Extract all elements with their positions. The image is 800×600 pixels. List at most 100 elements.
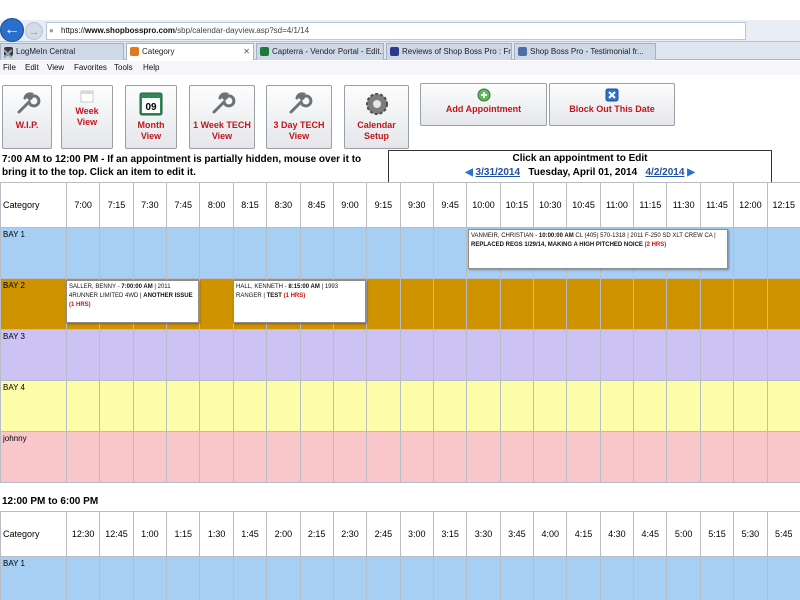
time-slot-cell[interactable]	[633, 556, 668, 600]
menu-tools[interactable]: Tools	[114, 61, 133, 75]
time-slot-cell[interactable]	[666, 380, 701, 432]
time-slot-cell[interactable]	[466, 329, 501, 381]
time-slot-cell[interactable]	[733, 556, 768, 600]
back-button[interactable]: ←	[0, 18, 24, 42]
time-slot-cell[interactable]	[432, 380, 468, 432]
time-slot-cell[interactable]	[666, 431, 701, 483]
time-slot-cell[interactable]	[266, 556, 301, 600]
time-slot-cell[interactable]	[699, 556, 735, 600]
time-slot-cell[interactable]	[766, 380, 800, 432]
time-slot-cell[interactable]	[299, 556, 334, 600]
time-slot-cell[interactable]	[432, 556, 468, 600]
tab-testimonial[interactable]: Shop Boss Pro - Testimonial fr...	[514, 43, 656, 60]
time-slot-cell[interactable]	[132, 227, 168, 279]
time-slot-cell[interactable]	[99, 380, 134, 432]
time-slot-cell[interactable]	[166, 556, 201, 600]
month-view-button[interactable]: 09 Month View	[125, 85, 177, 149]
menu-edit[interactable]: Edit	[25, 61, 39, 75]
next-arrow-icon[interactable]: ▶	[687, 167, 695, 178]
time-slot-cell[interactable]	[199, 556, 234, 600]
time-slot-cell[interactable]	[65, 329, 101, 381]
time-slot-cell[interactable]	[499, 278, 535, 330]
time-slot-cell[interactable]	[633, 380, 668, 432]
time-slot-cell[interactable]	[533, 431, 568, 483]
time-slot-cell[interactable]	[733, 227, 768, 279]
time-slot-cell[interactable]	[666, 329, 701, 381]
close-tab-icon[interactable]: ✕	[243, 44, 250, 59]
time-slot-cell[interactable]	[533, 278, 568, 330]
next-date-link[interactable]: 4/2/2014	[646, 167, 685, 178]
time-slot-cell[interactable]	[132, 329, 168, 381]
time-slot-cell[interactable]	[399, 431, 434, 483]
time-slot-cell[interactable]	[399, 278, 434, 330]
time-slot-cell[interactable]	[699, 431, 735, 483]
time-slot-cell[interactable]	[299, 329, 334, 381]
time-slot-cell[interactable]	[132, 556, 168, 600]
time-slot-cell[interactable]	[266, 227, 301, 279]
time-slot-cell[interactable]	[699, 380, 735, 432]
time-slot-cell[interactable]	[633, 431, 668, 483]
block-out-date-button[interactable]: Block Out This Date	[549, 83, 675, 126]
time-slot-cell[interactable]	[666, 278, 701, 330]
time-slot-cell[interactable]	[599, 380, 635, 432]
time-slot-cell[interactable]	[733, 380, 768, 432]
time-slot-cell[interactable]	[733, 278, 768, 330]
time-slot-cell[interactable]	[666, 556, 701, 600]
time-slot-cell[interactable]	[332, 556, 368, 600]
time-slot-cell[interactable]	[99, 227, 134, 279]
appointment-card[interactable]: SALLER, BENNY - 7:00:00 AM | 2011 4RUNNE…	[66, 280, 199, 323]
menu-help[interactable]: Help	[143, 61, 159, 75]
time-slot-cell[interactable]	[599, 278, 635, 330]
time-slot-cell[interactable]	[299, 380, 334, 432]
time-slot-cell[interactable]	[366, 380, 401, 432]
time-slot-cell[interactable]	[99, 556, 134, 600]
time-slot-cell[interactable]	[299, 431, 334, 483]
tab-logmein[interactable]: LogMeIn Central	[0, 43, 124, 60]
time-slot-cell[interactable]	[232, 380, 268, 432]
three-day-tech-view-button[interactable]: 3 Day TECH View	[266, 85, 332, 149]
time-slot-cell[interactable]	[599, 329, 635, 381]
time-slot-cell[interactable]	[332, 431, 368, 483]
time-slot-cell[interactable]	[332, 227, 368, 279]
time-slot-cell[interactable]	[733, 329, 768, 381]
time-slot-cell[interactable]	[766, 227, 800, 279]
time-slot-cell[interactable]	[332, 329, 368, 381]
time-slot-cell[interactable]	[599, 556, 635, 600]
time-slot-cell[interactable]	[733, 431, 768, 483]
time-slot-cell[interactable]	[166, 431, 201, 483]
time-slot-cell[interactable]	[566, 278, 601, 330]
time-slot-cell[interactable]	[466, 431, 501, 483]
time-slot-cell[interactable]	[65, 431, 101, 483]
time-slot-cell[interactable]	[299, 227, 334, 279]
time-slot-cell[interactable]	[366, 278, 401, 330]
time-slot-cell[interactable]	[366, 556, 401, 600]
time-slot-cell[interactable]	[432, 329, 468, 381]
time-slot-cell[interactable]	[199, 431, 234, 483]
time-slot-cell[interactable]	[399, 556, 434, 600]
time-slot-cell[interactable]	[499, 329, 535, 381]
time-slot-cell[interactable]	[232, 431, 268, 483]
time-slot-cell[interactable]	[699, 329, 735, 381]
time-slot-cell[interactable]	[199, 278, 234, 330]
time-slot-cell[interactable]	[566, 556, 601, 600]
time-slot-cell[interactable]	[132, 380, 168, 432]
time-slot-cell[interactable]	[166, 227, 201, 279]
time-slot-cell[interactable]	[533, 380, 568, 432]
time-slot-cell[interactable]	[599, 431, 635, 483]
time-slot-cell[interactable]	[766, 431, 800, 483]
time-slot-cell[interactable]	[432, 278, 468, 330]
time-slot-cell[interactable]	[99, 329, 134, 381]
prev-date-link[interactable]: 3/31/2014	[476, 167, 521, 178]
time-slot-cell[interactable]	[232, 556, 268, 600]
time-slot-cell[interactable]	[366, 431, 401, 483]
add-appointment-button[interactable]: Add Appointment	[420, 83, 547, 126]
time-slot-cell[interactable]	[399, 329, 434, 381]
time-slot-cell[interactable]	[266, 431, 301, 483]
time-slot-cell[interactable]	[399, 227, 434, 279]
appointment-card[interactable]: VANMEIR, CHRISTIAN - 10:00:00 AM CL (405…	[468, 229, 728, 269]
time-slot-cell[interactable]	[199, 380, 234, 432]
time-slot-cell[interactable]	[132, 431, 168, 483]
time-slot-cell[interactable]	[566, 431, 601, 483]
time-slot-cell[interactable]	[232, 227, 268, 279]
tab-category[interactable]: Category ✕	[126, 43, 254, 60]
